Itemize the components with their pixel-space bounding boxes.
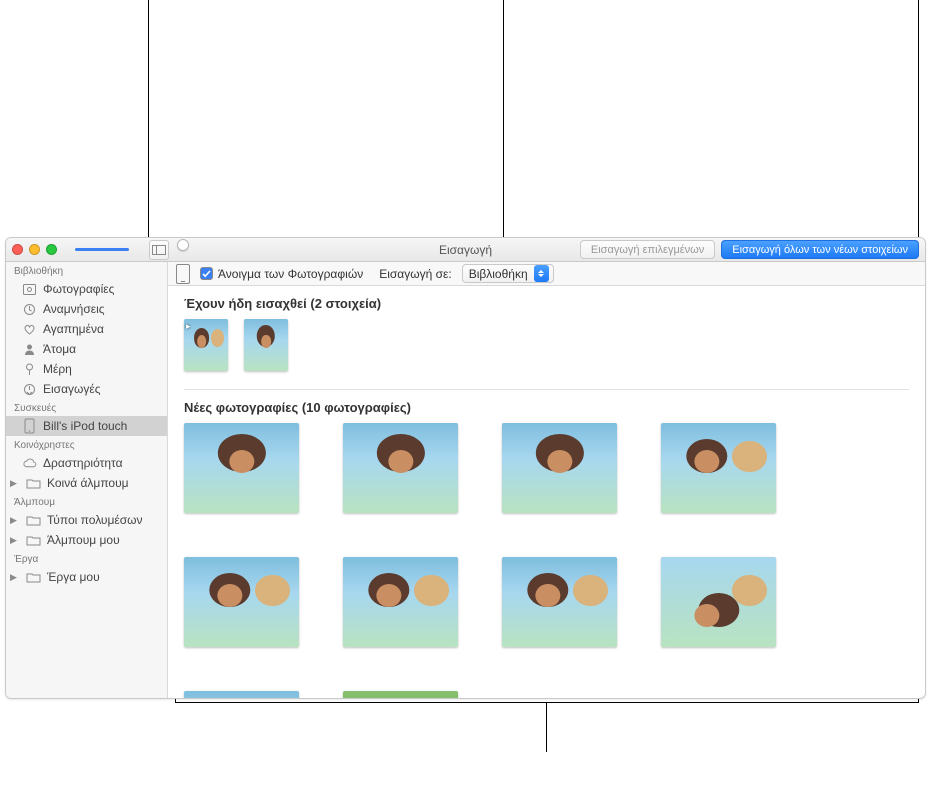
photo-thumbnail[interactable] [184, 557, 299, 647]
close-button[interactable] [12, 244, 23, 255]
import-to-value: Βιβλιοθήκη [469, 267, 528, 281]
sidebar-item-my-albums[interactable]: ▶ Άλμπουμ μου [6, 530, 167, 550]
sidebar-item-label: Μέρη [43, 362, 72, 376]
sidebar-item-favorites[interactable]: Αγαπημένα [6, 319, 167, 339]
sidebar-header-albums: Άλμπουμ [6, 493, 167, 510]
open-photos-checkbox[interactable] [200, 267, 213, 280]
sidebar-item-label: Δραστηριότητα [43, 456, 123, 470]
sidebar-item-people[interactable]: Άτομα [6, 339, 167, 359]
photo-thumbnail[interactable] [244, 319, 288, 371]
photo-thumbnail[interactable] [184, 423, 299, 513]
photo-thumbnail[interactable]: ▸ [184, 319, 228, 371]
zoom-slider[interactable] [75, 244, 141, 256]
import-selected-label: Εισαγωγή επιλεγμένων [591, 244, 704, 256]
already-imported-row: ▸ [184, 319, 909, 371]
photo-thumbnail[interactable] [502, 423, 617, 513]
sidebar-item-label: Αναμνήσεις [43, 302, 105, 316]
sidebar-item-label: Έργα μου [47, 570, 100, 584]
folder-icon [26, 513, 41, 528]
disclosure-triangle-icon[interactable]: ▶ [10, 478, 20, 489]
disclosure-triangle-icon[interactable]: ▶ [10, 535, 20, 546]
connected-device-icon [176, 264, 190, 284]
sidebar-item-media-types[interactable]: ▶ Τύποι πολυμέσων [6, 510, 167, 530]
photo-thumbnail[interactable] [343, 423, 458, 513]
titlebar: Εισαγωγή Εισαγωγή επιλεγμένων Εισαγωγή ό… [6, 238, 925, 262]
sidebar-item-label: Εισαγωγές [43, 382, 101, 396]
import-to-label: Εισαγωγή σε: [379, 267, 451, 281]
already-imported-header: Έχουν ήδη εισαχθεί (2 στοιχεία) [184, 296, 909, 311]
sidebar: Βιβλιοθήκη Φωτογραφίες Αναμνήσεις Αγαπημ… [6, 262, 168, 698]
pin-icon [22, 362, 37, 377]
import-options-bar: Άνοιγμα των Φωτογραφιών Εισαγωγή σε: Βιβ… [168, 262, 925, 286]
fullscreen-button[interactable] [46, 244, 57, 255]
photos-icon [22, 282, 37, 297]
cloud-icon [22, 456, 37, 471]
sidebar-item-label: Bill's iPod touch [43, 419, 127, 433]
sidebar-item-imports[interactable]: Εισαγωγές [6, 379, 167, 399]
sidebar-item-shared-albums[interactable]: ▶ Κοινά άλμπουμ [6, 473, 167, 493]
sidebar-header-devices: Συσκευές [6, 399, 167, 416]
minimize-button[interactable] [29, 244, 40, 255]
new-photos-grid [184, 423, 909, 698]
app-window: Εισαγωγή Εισαγωγή επιλεγμένων Εισαγωγή ό… [5, 237, 926, 699]
sidebar-header-library: Βιβλιοθήκη [6, 262, 167, 279]
photo-thumbnail[interactable] [661, 423, 776, 513]
sidebar-item-photos[interactable]: Φωτογραφίες [6, 279, 167, 299]
import-all-new-button[interactable]: Εισαγωγή όλων των νέων στοιχείων [721, 240, 919, 259]
photo-thumbnail[interactable] [343, 557, 458, 647]
open-photos-label: Άνοιγμα των Φωτογραφιών [218, 267, 363, 281]
section-divider [184, 389, 909, 390]
sidebar-item-label: Αγαπημένα [43, 322, 104, 336]
sidebar-header-shared: Κοινόχρηστες [6, 436, 167, 453]
memories-icon [22, 302, 37, 317]
sidebar-item-label: Φωτογραφίες [43, 282, 114, 296]
photo-thumbnail[interactable] [343, 691, 458, 698]
photos-scroll-area[interactable]: Έχουν ήδη εισαχθεί (2 στοιχεία) ▸ Νέες φ… [168, 286, 925, 698]
heart-icon [22, 322, 37, 337]
sidebar-item-label: Άτομα [43, 342, 76, 356]
person-icon [22, 342, 37, 357]
video-badge-icon: ▸ [186, 321, 191, 332]
select-arrows-icon [534, 265, 549, 282]
sidebar-item-label: Άλμπουμ μου [47, 533, 120, 547]
sidebar-item-device[interactable]: Bill's iPod touch [6, 416, 167, 436]
window-controls [12, 244, 57, 255]
new-photos-header: Νέες φωτογραφίες (10 φωτογραφίες) [184, 400, 909, 415]
import-all-new-label: Εισαγωγή όλων των νέων στοιχείων [732, 244, 908, 256]
disclosure-triangle-icon[interactable]: ▶ [10, 515, 20, 526]
sidebar-item-my-projects[interactable]: ▶ Έργα μου [6, 567, 167, 587]
ipod-icon [22, 419, 37, 434]
sidebar-toggle-button[interactable] [149, 240, 169, 260]
sidebar-item-activity[interactable]: Δραστηριότητα [6, 453, 167, 473]
folder-icon [26, 533, 41, 548]
sidebar-item-places[interactable]: Μέρη [6, 359, 167, 379]
folder-icon [26, 570, 41, 585]
clock-down-icon [22, 382, 37, 397]
sidebar-item-label: Τύποι πολυμέσων [47, 513, 143, 527]
sidebar-header-projects: Έργα [6, 550, 167, 567]
sidebar-item-label: Κοινά άλμπουμ [47, 476, 129, 490]
main-content: Άνοιγμα των Φωτογραφιών Εισαγωγή σε: Βιβ… [168, 262, 925, 698]
photo-thumbnail[interactable] [661, 557, 776, 647]
photo-thumbnail[interactable] [184, 691, 299, 698]
import-selected-button[interactable]: Εισαγωγή επιλεγμένων [580, 240, 715, 259]
sidebar-item-memories[interactable]: Αναμνήσεις [6, 299, 167, 319]
folder-icon [26, 476, 41, 491]
disclosure-triangle-icon[interactable]: ▶ [10, 572, 20, 583]
photo-thumbnail[interactable] [502, 557, 617, 647]
import-to-select[interactable]: Βιβλιοθήκη [462, 264, 554, 283]
